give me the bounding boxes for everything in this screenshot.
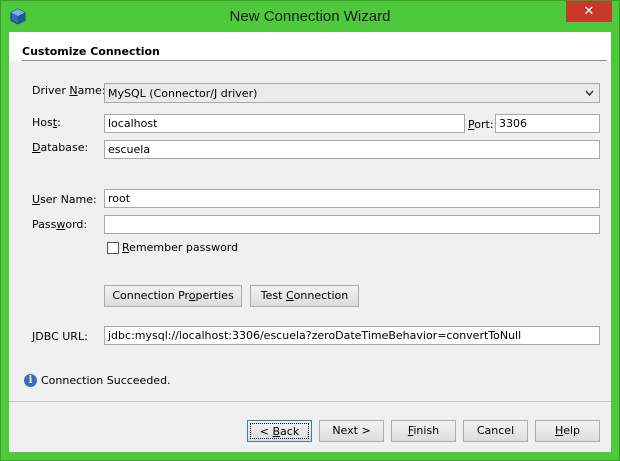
wizard-header: Customize Connection	[9, 32, 611, 61]
port-label: Port:	[468, 118, 494, 131]
footer-divider	[9, 401, 611, 402]
port-input[interactable]: 3306	[495, 114, 600, 133]
back-button[interactable]: < Back	[247, 420, 312, 442]
info-icon: i	[24, 374, 37, 387]
title-bar[interactable]: New Connection Wizard ✕	[1, 1, 619, 32]
dialog-body: Customize Connection Driver Name: MySQL …	[9, 32, 611, 452]
status-message: Connection Succeeded.	[41, 374, 171, 387]
password-input[interactable]	[104, 215, 600, 234]
driver-name-label: Driver Name:	[32, 84, 106, 97]
chevron-down-icon	[585, 86, 594, 104]
test-connection-button[interactable]: Test Connection	[250, 285, 359, 307]
remember-password-label[interactable]: Remember password	[122, 241, 238, 254]
password-label: Password:	[32, 218, 88, 231]
database-input[interactable]: escuela	[104, 140, 600, 159]
window-title: New Connection Wizard	[229, 8, 391, 25]
header-divider	[22, 60, 607, 61]
close-icon: ✕	[583, 4, 595, 19]
finish-button[interactable]: Finish	[391, 420, 456, 442]
cancel-button[interactable]: Cancel	[463, 420, 528, 442]
user-name-label: User Name:	[32, 193, 97, 206]
driver-select[interactable]: MySQL (Connector/J driver)	[104, 83, 600, 103]
wizard-window: New Connection Wizard ✕ Customize Connec…	[0, 0, 620, 461]
host-input[interactable]: localhost	[104, 114, 465, 133]
remember-password-checkbox[interactable]	[107, 242, 119, 254]
database-label: Database:	[32, 141, 89, 154]
connection-properties-button[interactable]: Connection Properties	[104, 285, 242, 307]
help-button[interactable]: Help	[535, 420, 600, 442]
close-button[interactable]: ✕	[566, 1, 612, 22]
driver-select-value: MySQL (Connector/J driver)	[108, 87, 258, 100]
next-button[interactable]: Next >	[319, 420, 384, 442]
host-label: Host:	[32, 116, 61, 129]
jdbc-url-label: JDBC URL:	[32, 330, 88, 343]
jdbc-url-input[interactable]: jdbc:mysql://localhost:3306/escuela?zero…	[104, 326, 600, 345]
step-title: Customize Connection	[22, 45, 160, 58]
user-name-input[interactable]: root	[104, 189, 600, 208]
